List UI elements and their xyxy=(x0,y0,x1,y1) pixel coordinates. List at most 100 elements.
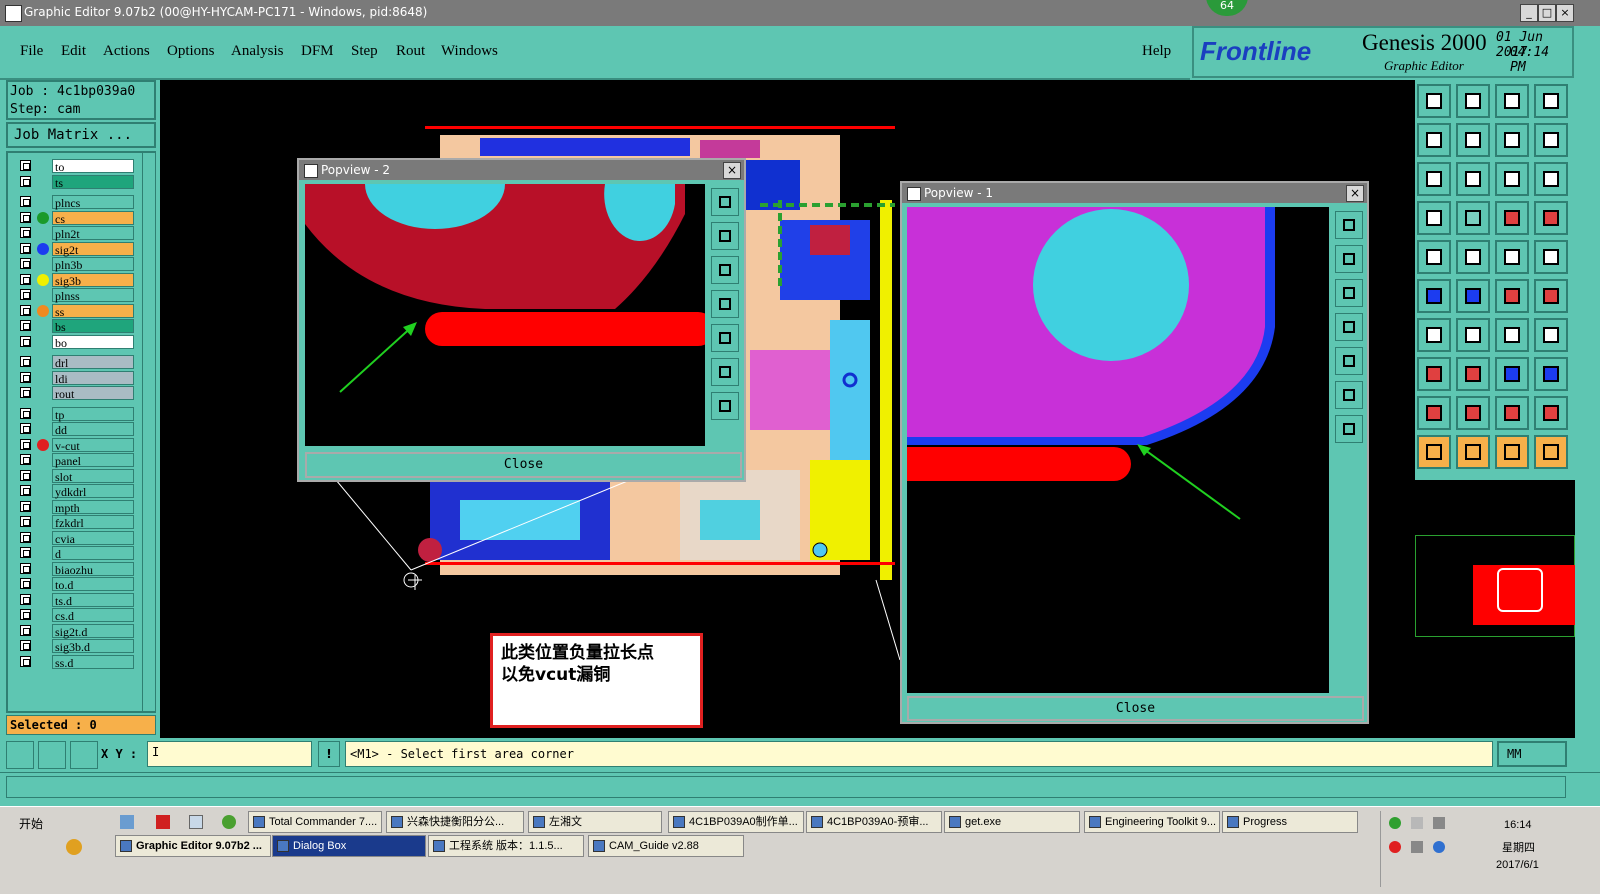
layer-checkbox[interactable] xyxy=(20,640,31,651)
clock-time[interactable]: 16:14 xyxy=(1504,819,1532,831)
tool-button-r3c1[interactable] xyxy=(1417,162,1451,196)
tool-button-r5c1[interactable] xyxy=(1417,240,1451,274)
popview-pan-up-button[interactable] xyxy=(711,222,739,250)
pdf-icon[interactable] xyxy=(156,815,170,829)
tool-button-r2c1[interactable] xyxy=(1417,123,1451,157)
tool-button-r8c1[interactable] xyxy=(1417,357,1451,391)
task-qq-chat[interactable]: 兴森快捷衡阳分公... xyxy=(386,811,524,833)
layer-checkbox[interactable] xyxy=(20,593,31,605)
tool-button-r6c4[interactable] xyxy=(1534,279,1568,313)
popview-pan-up-button[interactable] xyxy=(1335,245,1363,273)
task-get-exe[interactable]: get.exe xyxy=(944,811,1080,833)
tool-button-r1c4[interactable] xyxy=(1534,84,1568,118)
tool-button-r8c4[interactable] xyxy=(1534,357,1568,391)
menu-rout[interactable]: Rout xyxy=(396,43,425,60)
popview-zoom-in-button[interactable] xyxy=(711,358,739,386)
layer-row-ldi[interactable]: ldi xyxy=(18,370,136,386)
layer-checkbox[interactable] xyxy=(20,423,31,434)
layer-checkbox[interactable] xyxy=(20,258,31,269)
popview-1-window[interactable]: Popview - 1 × Close xyxy=(900,181,1369,724)
layer-row-d[interactable]: d xyxy=(18,546,136,561)
layer-row-cs-d[interactable]: cs.d xyxy=(18,608,136,623)
layer-checkbox[interactable] xyxy=(20,485,31,496)
tool-button-r2c2[interactable] xyxy=(1456,123,1490,157)
layer-name[interactable]: fzkdrl xyxy=(52,515,134,530)
overview-viewport[interactable] xyxy=(1497,568,1543,612)
popview-zoom-out-button[interactable] xyxy=(711,392,739,420)
grid-icon[interactable] xyxy=(70,741,98,769)
menu-dfm[interactable]: DFM xyxy=(301,43,334,60)
tool-button-r10c2[interactable] xyxy=(1456,435,1490,469)
layer-checkbox[interactable] xyxy=(20,196,31,207)
layer-name[interactable]: ldi xyxy=(52,370,134,386)
layer-row-tp[interactable]: tp xyxy=(18,406,136,422)
menu-options[interactable]: Options xyxy=(167,43,215,60)
minimize-button[interactable]: _ xyxy=(1520,4,1538,22)
tray-volume-icon[interactable] xyxy=(1411,841,1423,853)
layer-checkbox[interactable] xyxy=(20,335,31,347)
tray-network-icon[interactable] xyxy=(1389,817,1401,829)
layer-row-ss-d[interactable]: ss.d xyxy=(18,654,136,670)
tool-button-r5c4[interactable] xyxy=(1534,240,1568,274)
layer-checkbox[interactable] xyxy=(20,469,31,481)
layer-row-bs[interactable]: bs xyxy=(18,319,136,334)
layer-row-mpth[interactable]: mpth xyxy=(18,499,136,515)
layer-row-sig3b-d[interactable]: sig3b.d xyxy=(18,639,136,654)
tool-button-r7c4[interactable] xyxy=(1534,318,1568,352)
layer-checkbox[interactable] xyxy=(20,211,31,223)
layer-row-bo[interactable]: bo xyxy=(18,334,136,350)
layer-name[interactable]: pln3b xyxy=(52,257,134,272)
tool-button-r4c4[interactable] xyxy=(1534,201,1568,235)
tool-button-r1c2[interactable] xyxy=(1456,84,1490,118)
layer-name[interactable]: cvia xyxy=(52,530,134,546)
layer-row-to[interactable]: to xyxy=(18,159,136,174)
layer-name[interactable]: ydkdrl xyxy=(52,484,134,499)
popview-1-close-button[interactable]: Close xyxy=(907,696,1364,721)
browser-icon[interactable] xyxy=(222,815,236,829)
task-engineering-system[interactable]: 工程系统 版本：1.1.5... xyxy=(428,835,584,857)
task-progress[interactable]: Progress xyxy=(1222,811,1358,833)
layer-name[interactable]: slot xyxy=(52,468,134,484)
tool-button-r4c3[interactable] xyxy=(1495,201,1529,235)
tool-button-r9c1[interactable] xyxy=(1417,396,1451,430)
units-selector[interactable]: MM xyxy=(1497,741,1567,767)
layer-checkbox[interactable] xyxy=(20,227,31,238)
tool-button-r3c4[interactable] xyxy=(1534,162,1568,196)
layer-row-panel[interactable]: panel xyxy=(18,453,136,468)
task-excel-1[interactable]: 4C1BP039A0制作单... xyxy=(668,811,804,833)
popview-pan-right-button[interactable] xyxy=(1335,347,1363,375)
popview-pan-down-button[interactable] xyxy=(711,256,739,284)
layer-name[interactable]: biaozhu xyxy=(52,561,134,577)
popview-pan-down-button[interactable] xyxy=(1335,279,1363,307)
layer-checkbox[interactable] xyxy=(20,578,31,589)
tray-antivirus-icon[interactable] xyxy=(1389,841,1401,853)
layer-row-sig2t-d[interactable]: sig2t.d xyxy=(18,623,136,639)
layer-name[interactable]: dd xyxy=(52,422,134,437)
layer-row-pln3b[interactable]: pln3b xyxy=(18,257,136,272)
tool-button-r3c3[interactable] xyxy=(1495,162,1529,196)
popview-pan-right-button[interactable] xyxy=(711,324,739,352)
layer-checkbox[interactable] xyxy=(20,547,31,558)
layer-checkbox[interactable] xyxy=(20,289,31,300)
layer-checkbox[interactable] xyxy=(20,304,31,316)
tool-button-r2c4[interactable] xyxy=(1534,123,1568,157)
popview-1-close-x[interactable]: × xyxy=(1346,185,1364,202)
layer-row-biaozhu[interactable]: biaozhu xyxy=(18,561,136,577)
layer-name[interactable]: bo xyxy=(52,334,134,350)
layer-checkbox[interactable] xyxy=(20,454,31,465)
layer-row-ydkdrl[interactable]: ydkdrl xyxy=(18,484,136,499)
layer-checkbox[interactable] xyxy=(20,655,31,667)
tool-button-r5c2[interactable] xyxy=(1456,240,1490,274)
layer-row-rout[interactable]: rout xyxy=(18,386,136,401)
layer-row-sig3b[interactable]: sig3b xyxy=(18,272,136,288)
popview-2-close-x[interactable]: × xyxy=(723,162,741,179)
layer-checkbox[interactable] xyxy=(20,387,31,398)
layer-name[interactable]: sig2t.d xyxy=(52,623,134,639)
layer-checkbox[interactable] xyxy=(20,242,31,254)
layer-row-ts-d[interactable]: ts.d xyxy=(18,592,136,608)
tool-button-r10c1[interactable] xyxy=(1417,435,1451,469)
layer-name[interactable]: drl xyxy=(52,355,134,370)
menu-windows[interactable]: Windows xyxy=(441,43,498,60)
menu-actions[interactable]: Actions xyxy=(103,43,150,60)
job-matrix-button[interactable]: Job Matrix ... xyxy=(6,122,156,148)
